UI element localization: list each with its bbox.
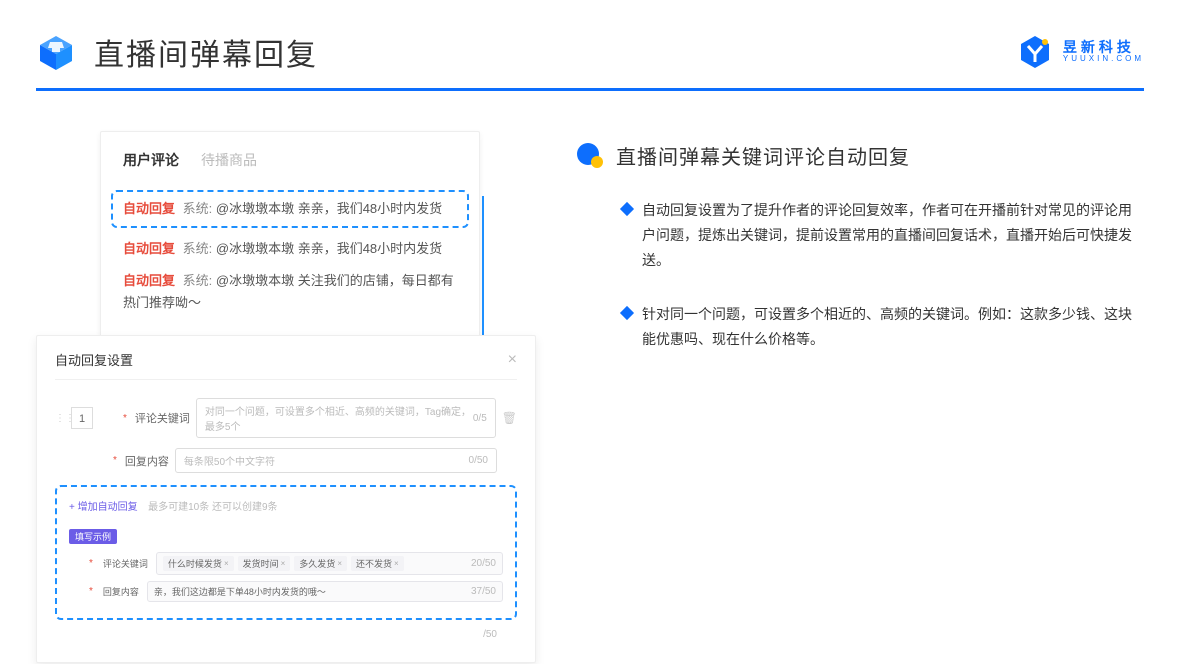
brand-block: 昱新科技 YUUXIN.COM [1017,34,1144,70]
content-placeholder: 每条限50个中文字符 [184,453,275,468]
page-title: 直播间弹幕回复 [94,30,318,74]
brand-domain: YUUXIN.COM [1063,55,1144,64]
keyword-row: ⋮⋮ 1 * 评论关键词 对同一个问题，可设置多个相近、高频的关键词，Tag确定… [55,398,517,438]
comments-card: 用户评论 待播商品 自动回复 系统: @冰墩墩本墩 亲亲，我们48小时内发货 自… [100,131,480,355]
header-left: 直播间弹幕回复 [36,30,318,74]
brand-text: 昱新科技 YUUXIN.COM [1063,40,1144,64]
diamond-icon [620,305,634,319]
keyword-input[interactable]: 对同一个问题，可设置多个相近、高频的关键词，Tag确定，最多5个 0/5 [196,398,496,438]
brand-icon [1017,34,1053,70]
content-label: 回复内容 [125,453,169,469]
add-hint: 最多可建10条 还可以创建9条 [148,502,277,513]
tag-chip[interactable]: 什么时候发货× [163,556,234,571]
right-column: 直播间弹幕关键词评论自动回复 自动回复设置为了提升作者的评论回复效率，作者可在开… [576,131,1144,663]
tab-user-comments[interactable]: 用户评论 [123,150,179,174]
required-icon: * [89,586,93,597]
comment-line: 自动回复 系统: @冰墩墩本墩 亲亲，我们48小时内发货 [123,198,457,220]
section-head: 直播间弹幕关键词评论自动回复 [576,141,1144,170]
bullet-text: 自动回复设置为了提升作者的评论回复效率，作者可在开播前针对常见的评论用户问题，提… [642,198,1144,274]
bullet-row: 针对同一个问题，可设置多个相近的、高频的关键词。例如：这款多少钱、这块能优惠吗、… [576,302,1144,352]
settings-header: 自动回复设置 × [55,350,517,380]
content-row: * 回复内容 每条限50个中文字符 0/50 [55,448,517,473]
brand-name: 昱新科技 [1063,40,1144,55]
auto-reply-tag: 自动回复 [123,273,175,288]
highlighted-comment: 自动回复 系统: @冰墩墩本墩 亲亲，我们48小时内发货 [111,190,469,228]
diamond-icon [620,202,634,216]
tag-chip[interactable]: 还不发货× [351,556,404,571]
order-number: 1 [71,407,93,429]
system-tag: 系统: [183,241,213,256]
example-keyword-input[interactable]: 什么时候发货× 发货时间× 多久发货× 还不发货× 20/50 [156,552,503,575]
settings-card: 自动回复设置 × ⋮⋮ 1 * 评论关键词 对同一个问题，可设置多个相近、高频的… [36,335,536,663]
comment-text: @冰墩墩本墩 亲亲，我们48小时内发货 [216,201,442,216]
cube-icon [36,32,76,72]
keyword-label: 评论关键词 [135,410,190,426]
tabs: 用户评论 待播商品 [123,150,457,174]
bullet-row: 自动回复设置为了提升作者的评论回复效率，作者可在开播前针对常见的评论用户问题，提… [576,198,1144,274]
drag-handle-icon[interactable]: ⋮⋮ [55,413,65,424]
example-keyword-label: 评论关键词 [103,557,148,570]
header: 直播间弹幕回复 昱新科技 YUUXIN.COM [0,0,1180,88]
tab-pending-goods[interactable]: 待播商品 [201,150,257,174]
example-content-row: * 回复内容 亲，我们这边都是下单48小时内发货的哦～ 37/50 [69,581,503,602]
footer-counter: /50 [483,629,497,640]
example-badge: 填写示例 [69,529,117,544]
auto-reply-tag: 自动回复 [123,201,175,216]
example-keyword-counter: 20/50 [471,558,496,569]
example-content-label: 回复内容 [103,585,139,598]
bullet-text: 针对同一个问题，可设置多个相近的、高频的关键词。例如：这款多少钱、这块能优惠吗、… [642,302,1144,352]
comment-text: @冰墩墩本墩 亲亲，我们48小时内发货 [216,241,442,256]
close-icon[interactable]: × [508,351,517,369]
tag-chip[interactable]: 发货时间× [238,556,291,571]
keyword-counter: 0/5 [473,413,487,424]
system-tag: 系统: [183,273,213,288]
trash-icon[interactable]: 🗑 [502,411,517,425]
section-title: 直播间弹幕关键词评论自动回复 [616,141,910,170]
left-column: 用户评论 待播商品 自动回复 系统: @冰墩墩本墩 亲亲，我们48小时内发货 自… [36,131,536,663]
comment-line: 自动回复 系统: @冰墩墩本墩 关注我们的店铺，每日都有热门推荐呦～ [123,270,457,314]
tag-chip[interactable]: 多久发货× [294,556,347,571]
content: 用户评论 待播商品 自动回复 系统: @冰墩墩本墩 亲亲，我们48小时内发货 自… [0,91,1180,663]
content-counter: 0/50 [469,455,488,466]
example-content-text: 亲，我们这边都是下单48小时内发货的哦～ [154,585,467,598]
add-auto-reply-link[interactable]: + 增加自动回复 [69,498,138,513]
content-input[interactable]: 每条限50个中文字符 0/50 [175,448,497,473]
required-icon: * [113,455,117,466]
system-tag: 系统: [183,201,213,216]
example-content-input[interactable]: 亲，我们这边都是下单48小时内发货的哦～ 37/50 [147,581,503,602]
required-icon: * [123,413,127,424]
example-block: + 增加自动回复 最多可建10条 还可以创建9条 填写示例 * 评论关键词 什么… [55,485,517,620]
comment-line: 自动回复 系统: @冰墩墩本墩 亲亲，我们48小时内发货 [123,238,457,260]
example-content-counter: 37/50 [471,586,496,597]
keyword-placeholder: 对同一个问题，可设置多个相近、高频的关键词，Tag确定，最多5个 [205,403,473,433]
settings-title: 自动回复设置 [55,350,133,369]
required-icon: * [89,558,93,569]
chat-bubble-icon [576,142,604,170]
auto-reply-tag: 自动回复 [123,241,175,256]
example-keyword-row: * 评论关键词 什么时候发货× 发货时间× 多久发货× 还不发货× 20/50 [69,552,503,575]
